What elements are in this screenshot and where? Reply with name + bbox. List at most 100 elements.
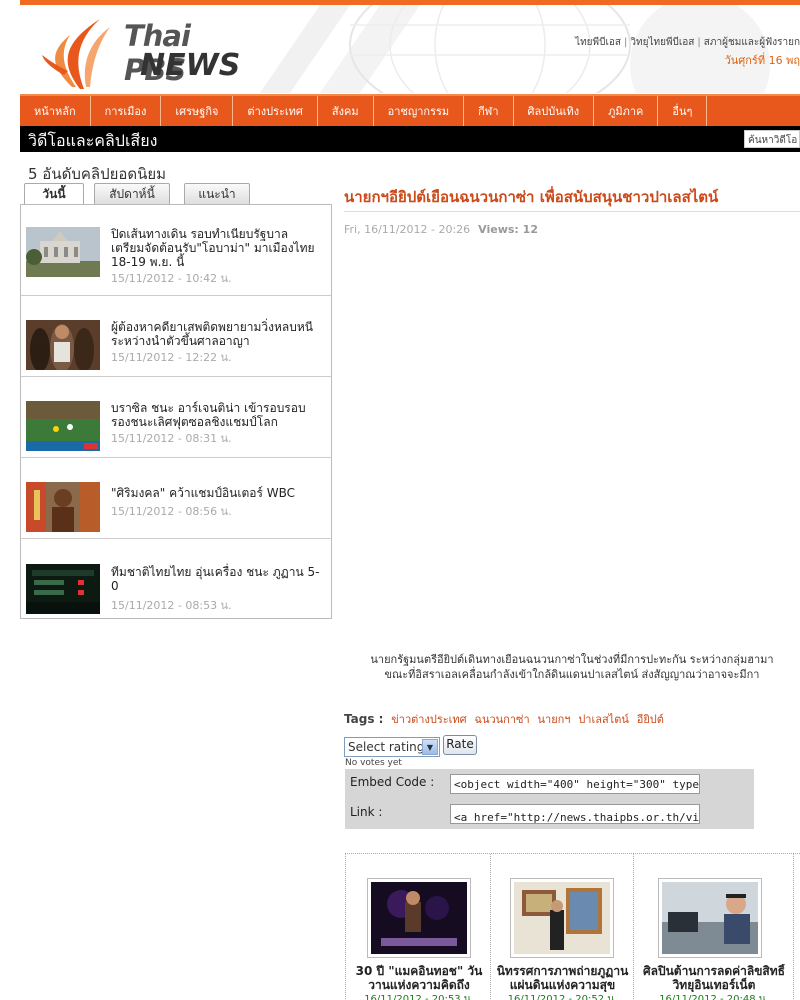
article-meta: Fri, 16/11/2012 - 20:26 Views: 12	[344, 223, 538, 236]
embed-code-field[interactable]: <object width="400" height="300" type="a	[450, 774, 700, 794]
tab-this-week[interactable]: สัปดาห์นี้	[94, 183, 170, 205]
related-video-card-partial	[793, 854, 800, 1000]
tab-today[interactable]: วันนี้	[24, 183, 84, 206]
related-date: 16/11/2012 - 20:52 น.	[507, 994, 618, 1000]
tag-link[interactable]: นายกฯ	[538, 713, 571, 726]
nav-item-crime[interactable]: อาชญากรรม	[374, 96, 465, 126]
tags-label: Tags :	[344, 712, 384, 726]
embed-code-row: Embed Code : <object width="400" height=…	[345, 769, 754, 799]
list-item[interactable]: "ศิริมงคล" คว้าแชมป์อินเตอร์ WBC 15/11/2…	[21, 458, 331, 539]
link-row: Link : <a href="http://news.thaipbs.or.t…	[345, 799, 754, 829]
related-title[interactable]: นิทรรศการภาพถ่ายภูฏาน แผ่นดินแห่งความสุข	[492, 964, 633, 992]
article-summary: นายกรัฐมนตรีอียิปต์เดินทางเยือนฉนวนกาซ่า…	[344, 652, 800, 682]
main-navigation: หน้าหลัก การเมือง เศรษฐกิจ ต่างประเทศ สั…	[20, 94, 800, 126]
tag-link[interactable]: ปาเลสไตน์	[578, 713, 629, 726]
logo-text-news: NEWS	[140, 48, 241, 83]
related-videos-grid: 30 ปี "แมคอินทอช" วัน วานแห่งความคิดถึง …	[345, 853, 800, 1000]
nav-item-society[interactable]: สังคม	[318, 96, 374, 126]
related-date: 16/11/2012 - 20:53 น.	[364, 994, 474, 1000]
related-thumbnail[interactable]	[658, 878, 762, 958]
video-search-input[interactable]: ค้นหาวิดีโอ	[744, 130, 800, 148]
embed-code-label: Embed Code :	[350, 775, 435, 789]
video-player-area[interactable]	[344, 250, 800, 640]
popular-clips-list: ปิดเส้นทางเดิน รอบทำเนียบรัฐบาล เตรียมจั…	[20, 204, 332, 619]
related-title-line: แผ่นดินแห่งความสุข	[509, 978, 616, 992]
related-title-line: วิทยุอินเทอร์เน็ต	[672, 978, 756, 992]
list-item[interactable]: บราซิล ชนะ อาร์เจนติน่า เข้ารอบรอบรองชนะ…	[21, 377, 331, 458]
related-title[interactable]: 30 ปี "แมคอินทอช" วัน วานแห่งความคิดถึง	[348, 964, 490, 992]
related-title-line: วานแห่งความคิดถึง	[368, 978, 470, 992]
clip-thumbnail[interactable]	[26, 482, 100, 532]
clip-title[interactable]: ทีมชาติไทยไทย อุ่นเครื่อง ชนะ ภูฏาน 5-0	[111, 565, 325, 593]
clip-thumbnail-image	[26, 482, 100, 532]
related-thumbnail[interactable]	[367, 878, 471, 958]
clip-title[interactable]: บราซิล ชนะ อาร์เจนติน่า เข้ารอบรอบรองชนะ…	[111, 401, 325, 429]
clip-thumbnail-image	[26, 564, 100, 614]
clip-date: 15/11/2012 - 10:42 น.	[111, 272, 232, 285]
article-title: นายกฯอียิปต์เยือนฉนวนกาซ่า เพื่อสนับสนุน…	[344, 188, 719, 206]
related-thumbnail-image	[514, 882, 610, 954]
related-date: 16/11/2012 - 20:48 น.	[659, 994, 769, 1000]
clip-date: 15/11/2012 - 08:53 น.	[111, 599, 232, 612]
clip-thumbnail[interactable]	[26, 227, 100, 277]
vote-status: No votes yet	[345, 758, 402, 768]
clip-thumbnail-image	[26, 401, 100, 451]
logo-swoosh-icon	[42, 19, 110, 89]
toplink-separator: |	[697, 37, 701, 48]
clip-title[interactable]: ปิดเส้นทางเดิน รอบทำเนียบรัฐบาล เตรียมจั…	[111, 227, 325, 269]
nav-item-entertainment[interactable]: ศิลปบันเทิง	[514, 96, 595, 126]
nav-item-international[interactable]: ต่างประเทศ	[233, 96, 318, 126]
nav-item-regional[interactable]: ภูมิภาค	[594, 96, 659, 126]
nav-item-sports[interactable]: กีฬา	[464, 96, 514, 126]
tab-recommended[interactable]: แนะนำ	[184, 183, 250, 205]
related-video-card[interactable]: นิทรรศการภาพถ่ายภูฏาน แผ่นดินแห่งความสุข…	[490, 854, 633, 1000]
rate-button[interactable]: Rate	[443, 735, 477, 755]
clip-thumbnail-image	[26, 320, 100, 370]
rating-select[interactable]: Select rating ▼	[344, 737, 440, 757]
current-date: วันศุกร์ที่ 16 พฤ	[724, 54, 800, 67]
top-links: ไทยพีบีเอส | วิทยุไทยพีบีเอส | สภาผู้ชมและผู…	[575, 35, 800, 50]
list-item[interactable]: ทีมชาติไทยไทย อุ่นเครื่อง ชนะ ภูฏาน 5-0 …	[21, 539, 331, 620]
nav-item-home[interactable]: หน้าหลัก	[20, 96, 91, 126]
article-tags: Tags : ข่าวต่างประเทศ ฉนวนกาซ่า นายกฯ ปา…	[344, 710, 664, 728]
related-title-line: ศิลปินต้านการลดค่าลิขสิทธิ์	[642, 964, 785, 978]
thai-pbs-logo[interactable]: Thai PBS NEWS	[42, 15, 252, 91]
link-field[interactable]: <a href="http://news.thaipbs.or.th/video…	[450, 804, 700, 824]
site-header: Thai PBS NEWS ไทยพีบีเอส | วิทยุไทยพีบีเอส…	[20, 5, 800, 93]
article-views: Views: 12	[478, 223, 538, 236]
clip-thumbnail[interactable]	[26, 320, 100, 370]
toplink-separator: |	[624, 37, 628, 48]
clip-thumbnail[interactable]	[26, 564, 100, 614]
list-item[interactable]: ปิดเส้นทางเดิน รอบทำเนียบรัฐบาล เตรียมจั…	[21, 205, 331, 296]
related-title-line: 30 ปี "แมคอินทอช" วัน	[355, 964, 483, 978]
clip-title[interactable]: "ศิริมงคล" คว้าแชมป์อินเตอร์ WBC	[111, 486, 325, 500]
link-label: Link :	[350, 805, 383, 819]
nav-item-others[interactable]: อื่นๆ	[658, 96, 708, 126]
related-thumbnail-image	[662, 882, 758, 954]
related-thumbnail[interactable]	[510, 878, 614, 958]
list-item[interactable]: ผู้ต้องหาคดียาเสพติดพยายามวิ่งหลบหนี ระห…	[21, 296, 331, 377]
nav-item-economy[interactable]: เศรษฐกิจ	[161, 96, 234, 126]
rating-select-value: Select rating	[348, 740, 425, 754]
toplink-audience-council[interactable]: สภาผู้ชมและผู้ฟังรายก	[704, 37, 800, 48]
clip-thumbnail[interactable]	[26, 401, 100, 451]
related-video-card[interactable]: ศิลปินต้านการลดค่าลิขสิทธิ์ วิทยุอินเทอร…	[633, 854, 793, 1000]
related-video-card[interactable]: 30 ปี "แมคอินทอช" วัน วานแห่งความคิดถึง …	[345, 854, 491, 1000]
title-divider	[344, 211, 800, 212]
toplink-radio[interactable]: วิทยุไทยพีบีเอส	[630, 37, 694, 48]
nav-item-politics[interactable]: การเมือง	[91, 96, 162, 126]
section-title: วิดีโอและคลิปเสียง	[28, 131, 158, 150]
tag-link[interactable]: อียิปต์	[637, 713, 664, 726]
clip-date: 15/11/2012 - 12:22 น.	[111, 351, 232, 364]
related-thumbnail-image	[371, 882, 467, 954]
tag-link[interactable]: ข่าวต่างประเทศ	[391, 713, 466, 726]
clip-title[interactable]: ผู้ต้องหาคดียาเสพติดพยายามวิ่งหลบหนี ระห…	[111, 320, 325, 348]
related-title-line: นิทรรศการภาพถ่ายภูฏาน	[496, 964, 629, 978]
tag-link[interactable]: ฉนวนกาซ่า	[474, 713, 529, 726]
toplink-thaipbs[interactable]: ไทยพีบีเอส	[575, 37, 621, 48]
summary-line: นายกรัฐมนตรีอียิปต์เดินทางเยือนฉนวนกาซ่า…	[370, 653, 774, 666]
popular-tabs: วันนี้ สัปดาห์นี้ แนะนำ	[20, 183, 332, 206]
section-bar: วิดีโอและคลิปเสียง ค้นหาวิดีโอ	[20, 126, 800, 152]
related-title[interactable]: ศิลปินต้านการลดค่าลิขสิทธิ์ วิทยุอินเทอร…	[636, 964, 792, 992]
chevron-down-icon[interactable]: ▼	[422, 739, 438, 755]
